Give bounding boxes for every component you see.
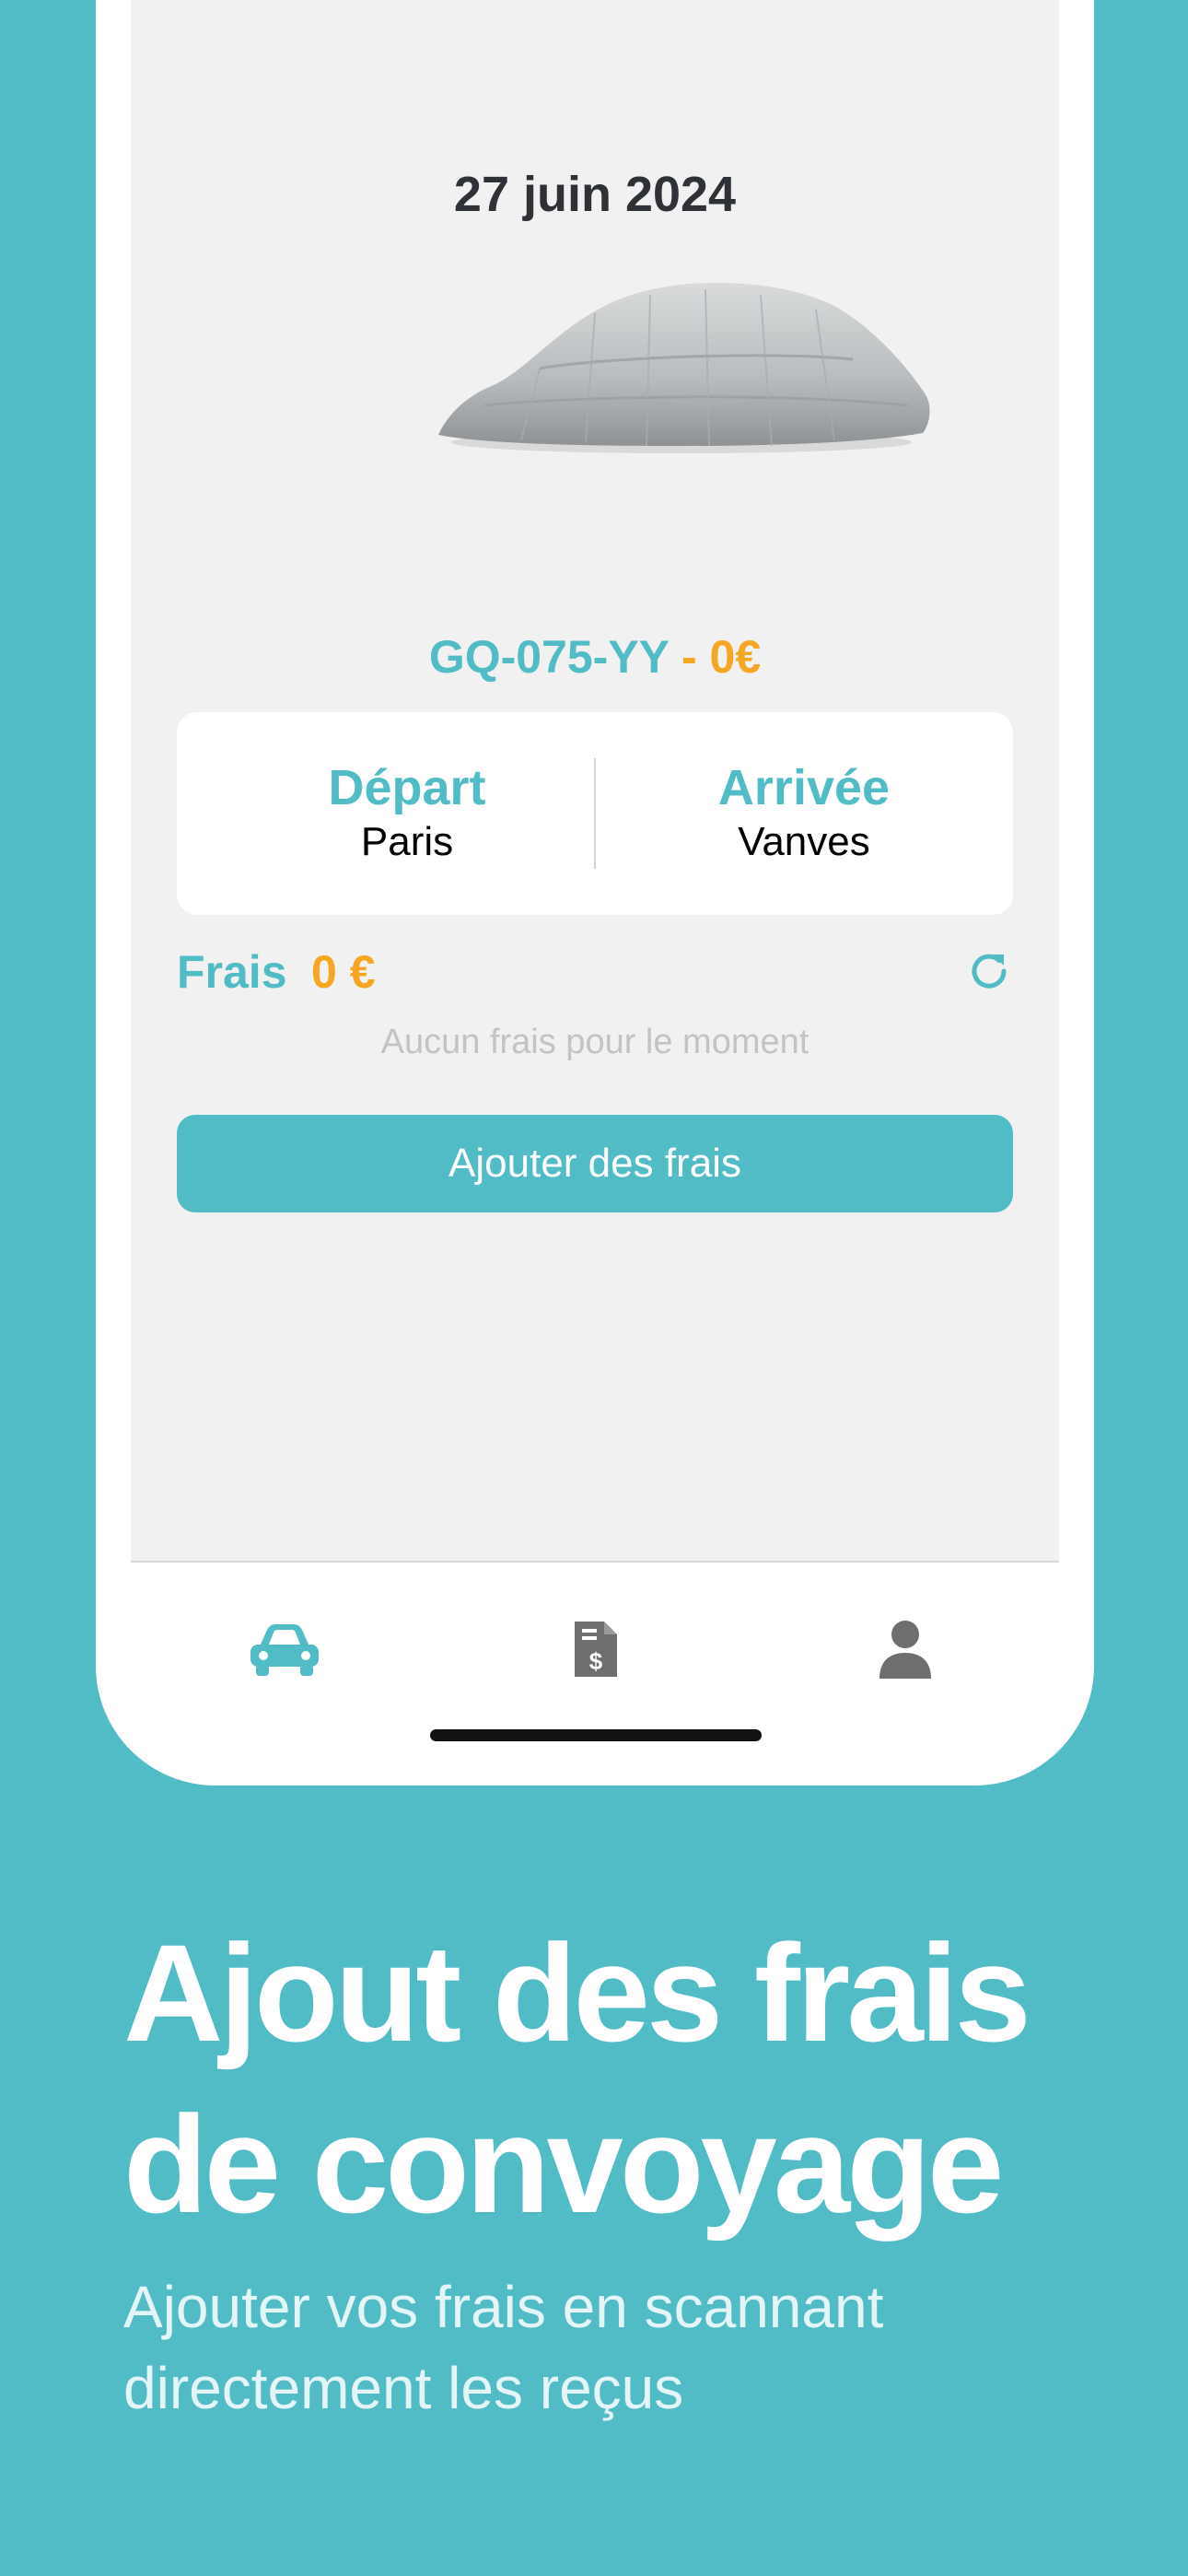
- empty-fees-message: Aucun frais pour le moment: [380, 1023, 809, 1061]
- marketing-headline: Ajout des frais de convoyage: [123, 1907, 1136, 2250]
- trip-price: - 0€: [669, 631, 762, 683]
- covered-car-image: [438, 282, 930, 453]
- app-screen: 27 juin 2024 GQ-075-YY - 0€ Départ Paris: [131, 0, 1059, 1563]
- add-fees-button[interactable]: Ajouter des frais: [177, 1115, 1013, 1212]
- phone-mockup: 27 juin 2024 GQ-075-YY - 0€ Départ Paris: [96, 0, 1094, 1786]
- license-plate: GQ-075-YY: [428, 631, 670, 683]
- departure-section: Départ Paris: [177, 712, 637, 915]
- headline-line-2: de convoyage: [123, 2087, 1004, 2242]
- arrival-section: Arrivée Vanves: [595, 712, 1013, 915]
- subtitle-line-1: Ajouter vos frais en scannant: [123, 2274, 884, 2340]
- car-icon: [250, 1624, 319, 1676]
- trip-date: 27 juin 2024: [453, 167, 737, 222]
- fees-header: Frais 0 €: [177, 940, 1013, 1004]
- fees-total: 0 €: [311, 946, 376, 998]
- trip-route-card: Départ Paris Arrivée Vanves: [177, 712, 1013, 915]
- fees-label: Frais: [177, 946, 287, 998]
- svg-text:$: $: [589, 1647, 603, 1675]
- departure-label: Départ: [328, 760, 486, 815]
- subtitle-line-2: directement les reçus: [123, 2355, 684, 2421]
- tab-expenses[interactable]: $: [554, 1612, 637, 1686]
- arrival-city: Vanves: [738, 819, 870, 864]
- home-indicator: [430, 1729, 762, 1741]
- marketing-subtitle: Ajouter vos frais en scannant directemen…: [123, 2266, 1136, 2429]
- arrival-label: Arrivée: [717, 760, 891, 815]
- departure-city: Paris: [360, 819, 454, 864]
- receipt-dollar-icon: $: [575, 1622, 617, 1677]
- user-icon: [879, 1621, 931, 1679]
- tab-profile[interactable]: [864, 1612, 947, 1686]
- plate-price-line: GQ-075-YY - 0€: [131, 630, 1059, 684]
- tab-trips[interactable]: [243, 1612, 326, 1686]
- headline-line-1: Ajout des frais: [123, 1915, 1031, 2070]
- refresh-icon[interactable]: [965, 947, 1013, 995]
